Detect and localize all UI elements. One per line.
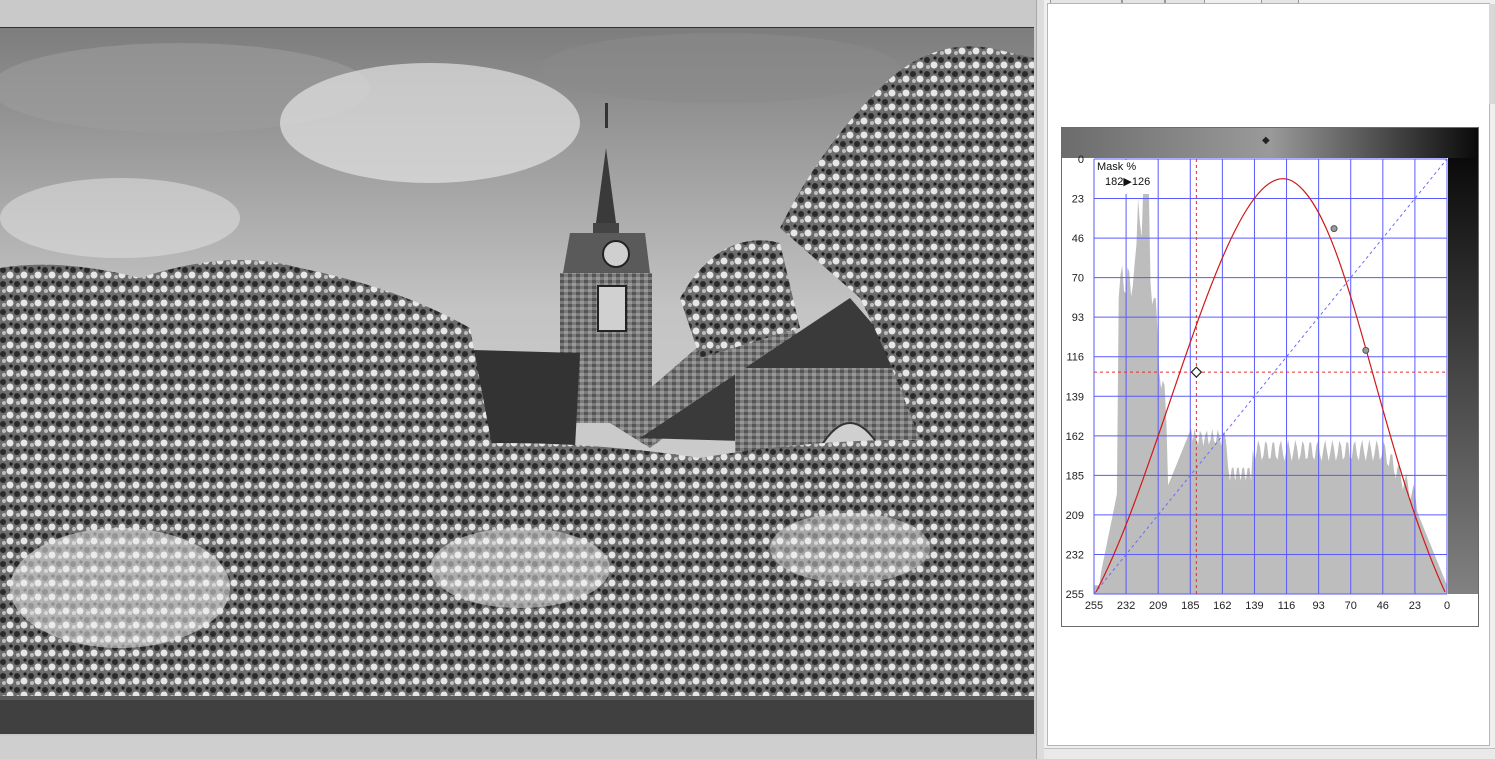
curves-graph[interactable]: 0 23 46 70 93 116 139 162 185 209 232 255 255 232 209… [1062,128,1478,626]
y-tick-label: 116 [1066,352,1084,364]
x-tick-label: 0 [1444,600,1450,612]
x-tick-label: 185 [1181,600,1199,612]
mask-readout: Mask % 182▶126 [1095,160,1157,194]
scrollbar[interactable] [1489,4,1495,104]
readout-arrow: ▶ [1123,176,1132,188]
x-tick-label: 23 [1409,600,1421,612]
readout-output: 126 [1131,176,1151,188]
x-tick-label: 70 [1345,600,1357,612]
mask-label: Mask [1097,161,1124,173]
y-tick-label: 139 [1066,391,1084,403]
y-tick-label: 162 [1066,431,1084,443]
y-tick-label: 209 [1066,510,1084,522]
photo-canvas [0,28,1034,734]
top-slider-handle[interactable]: ◆ [1262,136,1270,146]
readout-input: 182 [1105,176,1124,188]
pane-splitter[interactable] [1036,0,1044,759]
x-tick-label: 162 [1213,600,1231,612]
status-bar [0,736,1036,759]
y-tick-label: 23 [1072,194,1084,206]
y-tick-label: 255 [1066,589,1084,601]
x-tick-label: 255 [1085,600,1103,612]
x-tick-label: 116 [1278,600,1296,612]
x-tick-label: 46 [1377,600,1389,612]
app-window: 0 23 46 70 93 116 139 162 185 209 232 255 255 232 209… [0,0,1495,759]
y-tick-label: 232 [1066,549,1084,561]
y-tick-label: 46 [1072,233,1084,245]
x-tick-label: 93 [1313,600,1325,612]
image-preview-pane [0,0,1036,759]
adjustment-panel: 0 23 46 70 93 116 139 162 185 209 232 255 255 232 209… [1044,0,1495,759]
y-tick-label: 0 [1078,154,1084,166]
y-tick-label: 93 [1072,312,1084,324]
x-tick-label: 139 [1245,600,1263,612]
output-gradient-bar [1062,128,1478,158]
y-tick-label: 185 [1066,470,1084,482]
percent-label: % [1126,161,1137,173]
input-gradient-bar [1448,158,1478,626]
y-tick-label: 70 [1072,273,1084,285]
photo-preview[interactable] [0,27,1034,734]
curve-control-point[interactable] [1330,225,1338,233]
curves-editor[interactable]: 0 23 46 70 93 116 139 162 185 209 232 255 255 232 209… [1061,127,1479,627]
x-tick-label: 232 [1117,600,1135,612]
x-tick-label: 209 [1149,600,1167,612]
curve-control-point[interactable] [1362,346,1370,354]
panel-footer [1044,748,1495,759]
